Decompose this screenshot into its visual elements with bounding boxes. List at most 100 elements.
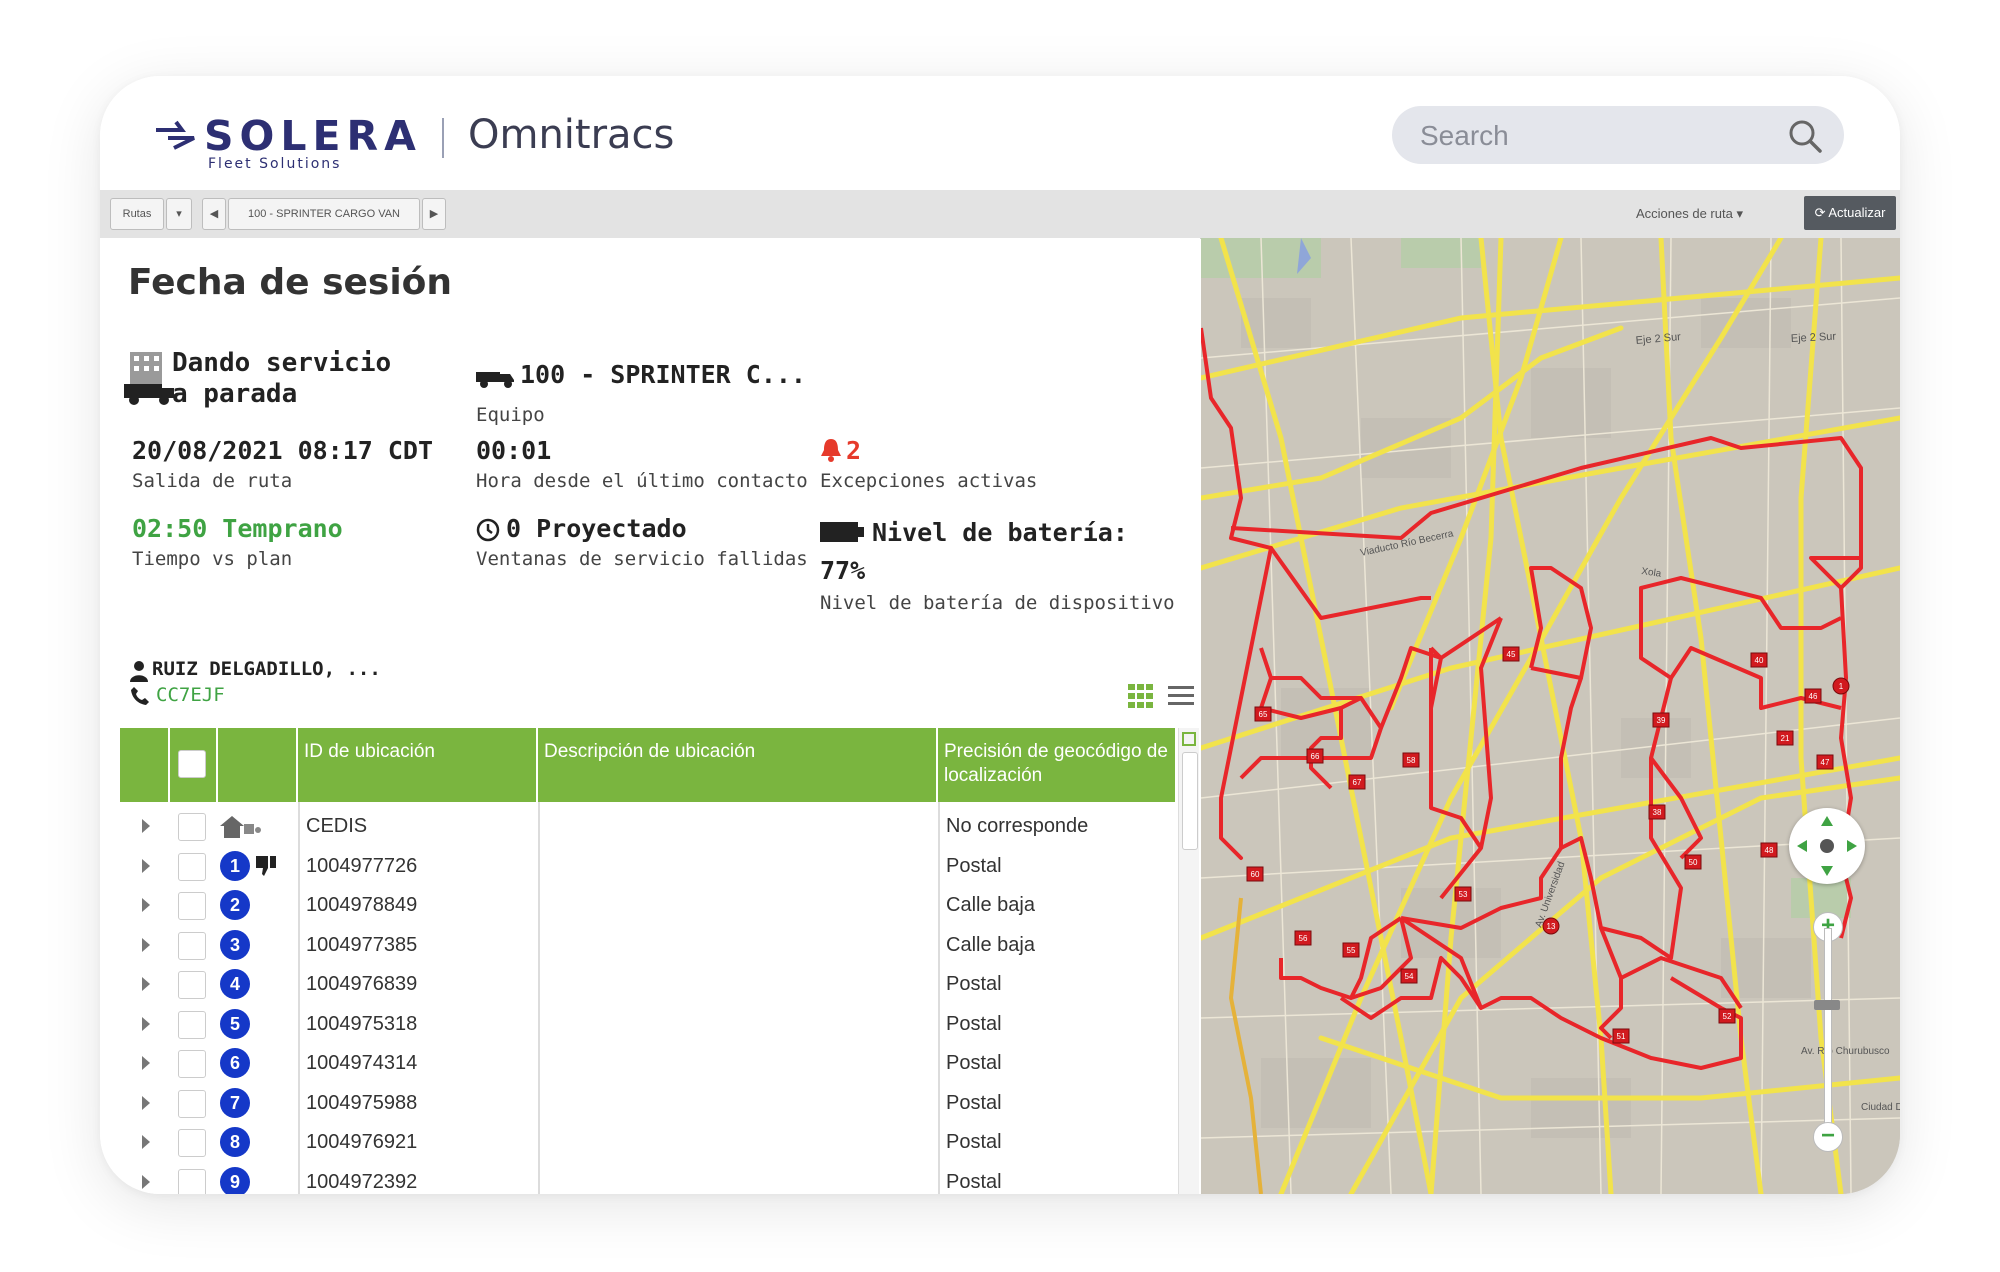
geocode-precision-cell: Postal — [946, 1091, 1002, 1114]
route-selector[interactable]: 100 - SPRINTER CARGO VAN — [228, 198, 420, 230]
map-stop-marker[interactable]: 1 — [1832, 677, 1850, 695]
table-row[interactable]: 3 1004977385 Calle baja — [120, 925, 1175, 965]
stop-marker-label: 53 — [1459, 890, 1468, 899]
row-expand-icon[interactable] — [142, 977, 150, 991]
stop-marker-label: 40 — [1755, 656, 1764, 665]
map-stop-marker[interactable]: 58 — [1402, 752, 1420, 768]
row-expand-icon[interactable] — [142, 1016, 150, 1031]
zoom-slider-thumb[interactable] — [1814, 1000, 1840, 1010]
row-expand-icon[interactable] — [142, 937, 150, 952]
street-label: Ciudad De — [1861, 1102, 1900, 1113]
map-stop-marker[interactable]: 66 — [1306, 748, 1324, 764]
row-checkbox[interactable] — [178, 1089, 206, 1118]
exceptions-value[interactable]: 2 — [846, 436, 861, 465]
map-stop-marker[interactable]: 54 — [1400, 968, 1418, 984]
column-chooser-icon[interactable] — [1182, 732, 1196, 746]
table-row[interactable]: 2 1004978849 Calle baja — [120, 885, 1175, 925]
last-contact-label: Hora desde el último contacto — [476, 470, 808, 492]
search-icon[interactable] — [1788, 119, 1822, 153]
prev-route-button[interactable]: ◀ — [202, 198, 226, 230]
map-stop-marker[interactable]: 53 — [1454, 886, 1472, 902]
row-checkbox[interactable] — [178, 892, 206, 920]
location-id-cell: 1004976921 — [306, 1131, 418, 1153]
stop-marker-label: 65 — [1259, 710, 1268, 719]
map-stop-marker[interactable]: 46 — [1804, 688, 1822, 704]
map-stop-marker[interactable]: 56 — [1294, 930, 1312, 946]
route-actions-menu[interactable]: Acciones de ruta ▾ — [1636, 206, 1743, 222]
header-location-description[interactable]: Descripción de ubicación — [538, 728, 938, 802]
stop-marker-label: 47 — [1821, 758, 1830, 767]
row-checkbox[interactable] — [178, 931, 206, 960]
table-row[interactable]: 9 1004972392 Postal — [120, 1162, 1175, 1194]
rutas-dropdown-arrow[interactable]: ▾ — [166, 198, 192, 230]
row-expand-icon[interactable] — [142, 858, 150, 873]
row-checkbox[interactable] — [178, 852, 206, 881]
thumbs-down-icon — [256, 855, 276, 876]
geocode-precision-cell: Postal — [946, 1170, 1002, 1193]
refresh-button[interactable]: ⟳ Actualizar — [1804, 196, 1896, 230]
row-checkbox[interactable] — [178, 813, 206, 841]
stop-marker-label: 48 — [1765, 846, 1774, 855]
app-window: SOLERA Fleet Solutions Omnitracs Rutas ▾… — [100, 76, 1900, 1194]
list-view-icon[interactable] — [1168, 684, 1194, 708]
map-stop-marker[interactable]: 21 — [1776, 730, 1794, 746]
equipment-label: Equipo — [476, 404, 545, 426]
scrollbar-thumb[interactable] — [1182, 752, 1198, 850]
pan-arrows-icon[interactable] — [1789, 808, 1865, 884]
row-checkbox[interactable] — [178, 1010, 206, 1039]
zoom-out-button[interactable]: − — [1813, 1122, 1843, 1152]
header-location-id[interactable]: ID de ubicación — [298, 728, 538, 802]
row-checkbox[interactable] — [178, 971, 206, 999]
stop-marker-label: 39 — [1657, 716, 1666, 725]
table-row[interactable]: 5 1004975318 Postal — [120, 1004, 1175, 1044]
map-canvas[interactable]: 1 21 40 45 39 38 65 66 67 58 60 56 55 54 53 13 50 51 52 48 4… — [1201, 238, 1900, 1194]
row-expand-icon[interactable] — [142, 1174, 150, 1189]
header-select-col — [170, 728, 218, 802]
row-expand-icon[interactable] — [142, 1056, 150, 1070]
map-stop-marker[interactable]: 38 — [1648, 804, 1666, 820]
row-expand-icon[interactable] — [142, 898, 150, 912]
map-stop-marker[interactable]: 52 — [1718, 1008, 1736, 1024]
rutas-dropdown[interactable]: Rutas — [110, 198, 164, 230]
row-checkbox[interactable] — [178, 1168, 206, 1194]
header-geocode-precision[interactable]: Precisión de geocódigo de localización — [938, 728, 1175, 802]
table-row[interactable]: 4 1004976839 Postal — [120, 964, 1175, 1004]
table-row[interactable]: 1 1004977726 Postal — [120, 846, 1175, 886]
map-stop-marker[interactable]: 47 — [1816, 754, 1834, 770]
map-stop-marker[interactable]: 48 — [1760, 842, 1778, 858]
map-stop-marker[interactable]: 51 — [1612, 1028, 1630, 1044]
map-stop-marker[interactable]: 65 — [1254, 706, 1272, 722]
map-stop-marker[interactable]: 40 — [1750, 652, 1768, 668]
row-expand-icon[interactable] — [142, 1135, 150, 1149]
select-all-checkbox[interactable] — [178, 750, 206, 778]
map-stop-marker[interactable]: 39 — [1652, 712, 1670, 728]
stop-number-badge: 4 — [220, 969, 250, 999]
route-map[interactable]: 1 21 40 45 39 38 65 66 67 58 60 56 55 54 53 13 50 51 52 48 4… — [1201, 238, 1900, 1194]
map-stop-marker[interactable]: 45 — [1502, 646, 1520, 662]
search-box[interactable] — [1392, 106, 1844, 166]
map-stop-marker[interactable]: 67 — [1348, 774, 1366, 790]
building-truck-icon — [124, 352, 174, 405]
last-contact-value: 00:01 — [476, 436, 552, 465]
battery-value-title: Nivel de batería: — [872, 518, 1128, 547]
grid-view-icon[interactable] — [1128, 684, 1154, 708]
driver-phone[interactable]: CC7EJF — [156, 684, 225, 706]
geocode-precision-cell: Postal — [946, 1052, 1002, 1074]
row-checkbox[interactable] — [178, 1050, 206, 1078]
map-stop-marker[interactable]: 55 — [1342, 942, 1360, 958]
zoom-slider-track[interactable] — [1824, 928, 1832, 1130]
search-input[interactable] — [1418, 106, 1772, 166]
refresh-label: Actualizar — [1828, 205, 1886, 220]
table-row[interactable]: CEDIS No corresponde — [120, 806, 1175, 846]
map-pan-control[interactable] — [1789, 808, 1865, 884]
map-stop-marker[interactable]: 50 — [1684, 854, 1702, 870]
table-row[interactable]: 8 1004976921 Postal — [120, 1122, 1175, 1162]
table-scrollbar[interactable] — [1178, 728, 1199, 1194]
map-stop-marker[interactable]: 60 — [1246, 866, 1264, 882]
next-route-button[interactable]: ▶ — [422, 198, 446, 230]
row-checkbox[interactable] — [178, 1129, 206, 1157]
row-expand-icon[interactable] — [142, 1095, 150, 1110]
table-row[interactable]: 6 1004974314 Postal — [120, 1043, 1175, 1083]
table-row[interactable]: 7 1004975988 Postal — [120, 1083, 1175, 1123]
row-expand-icon[interactable] — [142, 819, 150, 833]
